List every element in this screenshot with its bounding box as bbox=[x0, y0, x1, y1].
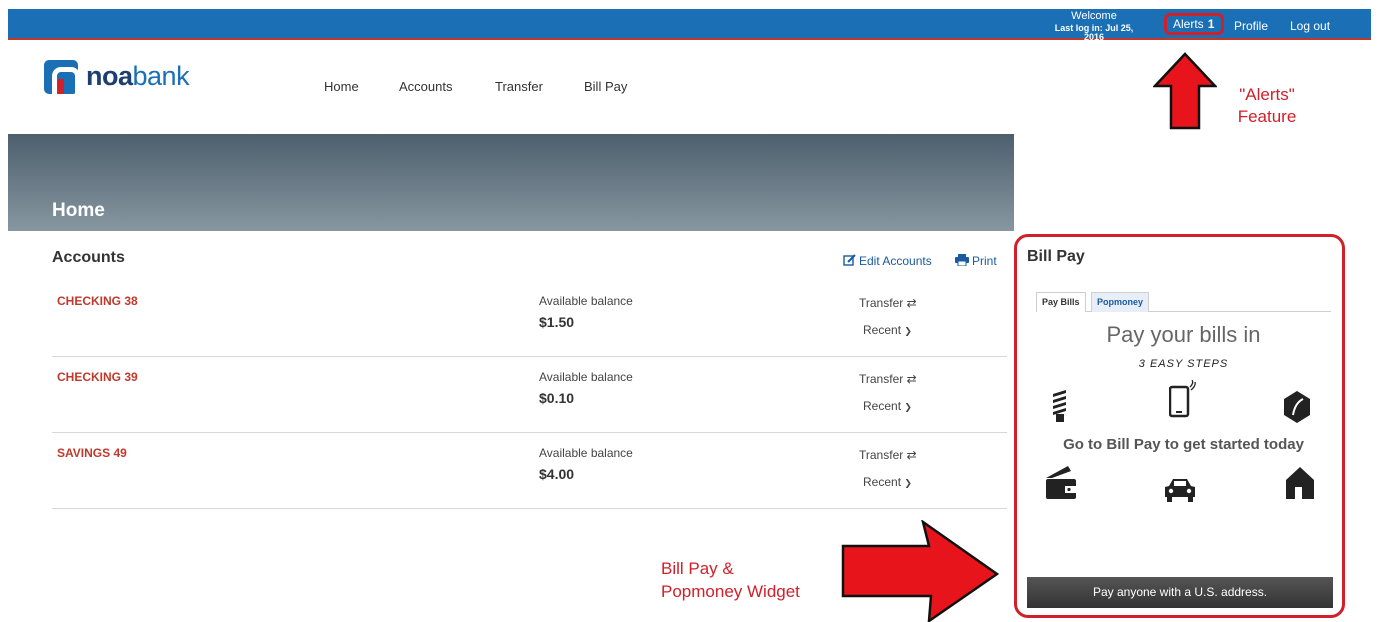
alerts-count-badge: 1 bbox=[1207, 17, 1215, 31]
account-name-link[interactable]: CHECKING 39 bbox=[57, 370, 138, 384]
print-link[interactable]: Print bbox=[954, 254, 997, 268]
nav-home[interactable]: Home bbox=[324, 79, 359, 94]
house-icon bbox=[1286, 467, 1314, 499]
leaf-icon bbox=[1284, 391, 1310, 423]
welcome-text: Welcome bbox=[1071, 10, 1117, 22]
alerts-label: Alerts bbox=[1173, 17, 1204, 31]
logo-wordmark: noabank bbox=[86, 61, 190, 91]
alerts-link[interactable]: Alerts 1 bbox=[1164, 13, 1224, 35]
logout-link[interactable]: Log out bbox=[1290, 19, 1330, 33]
transfer-link[interactable]: Transfer ⇄ bbox=[859, 448, 917, 462]
balance-amount: $0.10 bbox=[539, 390, 575, 406]
accounts-heading: Accounts bbox=[52, 249, 125, 266]
account-row: CHECKING 38 Available balance $1.50 Tran… bbox=[52, 281, 1007, 357]
alerts-annotation-label: "Alerts" Feature bbox=[1237, 85, 1297, 126]
account-name-link[interactable]: CHECKING 38 bbox=[57, 294, 138, 308]
page-banner: Home bbox=[8, 134, 1014, 231]
edit-accounts-link[interactable]: Edit Accounts bbox=[843, 254, 932, 268]
billpay-footer-banner[interactable]: Pay anyone with a U.S. address. bbox=[1027, 577, 1333, 608]
transfer-arrows-icon: ⇄ bbox=[906, 296, 917, 310]
printer-icon bbox=[955, 254, 969, 267]
recent-link[interactable]: Recent ❯ bbox=[863, 475, 912, 489]
logo-mark-icon bbox=[44, 60, 80, 99]
billpay-annotation-arrow bbox=[841, 520, 999, 622]
account-row: CHECKING 39 Available balance $0.10 Tran… bbox=[52, 357, 1007, 433]
chevron-down-icon: ❯ bbox=[904, 326, 912, 336]
billpay-cta-text: Go to Bill Pay to get started today bbox=[1063, 436, 1304, 453]
billpay-subline: 3 EASY STEPS bbox=[1138, 358, 1229, 370]
edit-icon bbox=[843, 254, 856, 266]
chevron-down-icon: ❯ bbox=[904, 402, 912, 412]
last-login-text: Last log in: Jul 25, 2016 bbox=[1054, 23, 1134, 42]
recent-link[interactable]: Recent ❯ bbox=[863, 323, 912, 337]
transfer-link[interactable]: Transfer ⇄ bbox=[859, 296, 917, 310]
balance-amount: $1.50 bbox=[539, 314, 575, 330]
available-balance-label: Available balance bbox=[539, 446, 633, 460]
billpay-annotation-label: Bill Pay & Popmoney Widget bbox=[661, 559, 800, 601]
billpay-heading: Bill Pay bbox=[1027, 248, 1085, 265]
welcome-block: Welcome Last log in: Jul 25, 2016 bbox=[1046, 9, 1142, 42]
nav-accounts[interactable]: Accounts bbox=[399, 79, 452, 94]
alerts-annotation-arrow bbox=[1153, 52, 1217, 130]
profile-link[interactable]: Profile bbox=[1234, 19, 1268, 33]
nav-transfer[interactable]: Transfer bbox=[495, 79, 543, 94]
tab-pay-bills[interactable]: Pay Bills bbox=[1036, 292, 1086, 312]
recent-link[interactable]: Recent ❯ bbox=[863, 399, 912, 413]
billpay-headline: Pay your bills in bbox=[1106, 322, 1261, 347]
top-utility-bar: Welcome Last log in: Jul 25, 2016 Alerts… bbox=[8, 9, 1371, 42]
account-row: SAVINGS 49 Available balance $4.00 Trans… bbox=[52, 433, 1007, 509]
page-title: Home bbox=[52, 200, 105, 221]
available-balance-label: Available balance bbox=[539, 294, 633, 308]
chevron-down-icon: ❯ bbox=[904, 478, 912, 488]
available-balance-label: Available balance bbox=[539, 370, 633, 384]
nav-bill-pay[interactable]: Bill Pay bbox=[584, 79, 627, 94]
transfer-arrows-icon: ⇄ bbox=[906, 372, 917, 386]
transfer-link[interactable]: Transfer ⇄ bbox=[859, 372, 917, 386]
lightbulb-icon bbox=[1053, 390, 1066, 422]
wallet-icon bbox=[1046, 466, 1076, 499]
transfer-arrows-icon: ⇄ bbox=[906, 448, 917, 462]
account-name-link[interactable]: SAVINGS 49 bbox=[57, 446, 127, 460]
tablet-icon bbox=[1169, 380, 1196, 418]
balance-amount: $4.00 bbox=[539, 466, 575, 482]
car-icon bbox=[1165, 479, 1195, 502]
tab-popmoney[interactable]: Popmoney bbox=[1091, 292, 1150, 312]
